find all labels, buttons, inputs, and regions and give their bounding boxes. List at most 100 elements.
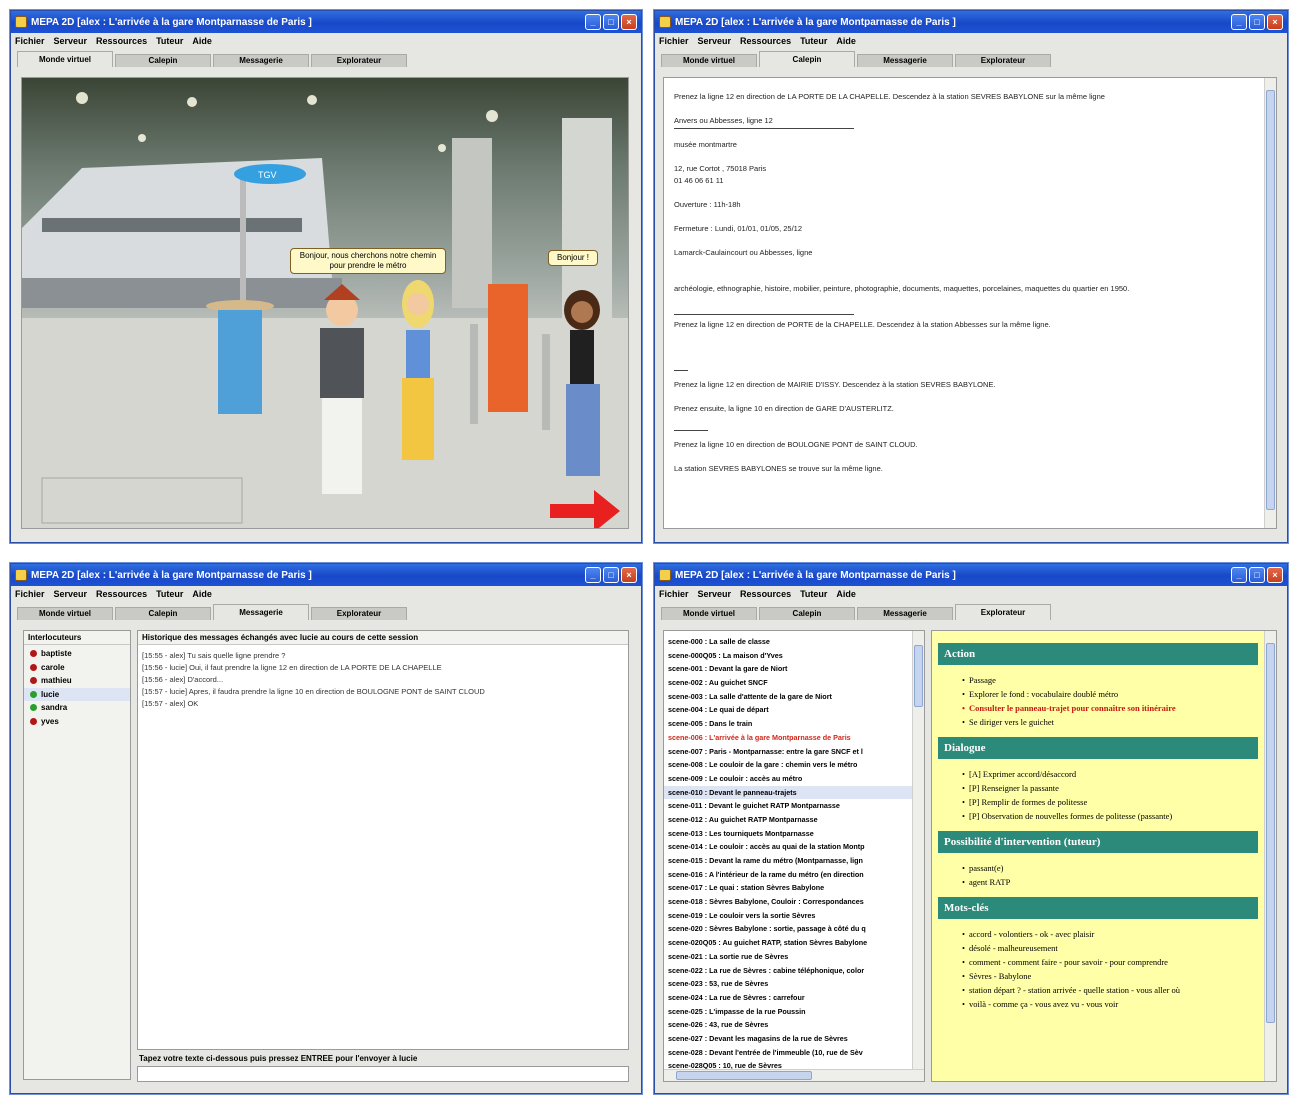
interlocutor-item[interactable]: mathieu — [24, 674, 130, 688]
menu-ressources[interactable]: Ressources — [740, 36, 791, 46]
close-icon[interactable]: × — [621, 567, 637, 583]
tab-calepin[interactable]: Calepin — [759, 51, 855, 67]
tab-messagerie[interactable]: Messagerie — [213, 54, 309, 67]
tab-explorateur[interactable]: Explorateur — [311, 54, 407, 67]
scene-list-item[interactable]: scene-000Q05 : La maison d'Yves — [664, 649, 912, 663]
scrollbar-thumb[interactable] — [1266, 90, 1275, 510]
tab-calepin[interactable]: Calepin — [759, 607, 855, 620]
interlocutor-item[interactable]: sandra — [24, 701, 130, 715]
menu-aide[interactable]: Aide — [192, 589, 212, 599]
scene-list-item[interactable]: scene-000 : La salle de classe — [664, 635, 912, 649]
menu-fichier[interactable]: Fichier — [15, 589, 45, 599]
character-boy[interactable] — [320, 284, 364, 494]
scene-list-item[interactable]: scene-018 : Sèvres Babylone, Couloir : C… — [664, 895, 912, 909]
menu-tuteur[interactable]: Tuteur — [800, 589, 827, 599]
close-icon[interactable]: × — [1267, 567, 1283, 583]
menu-fichier[interactable]: Fichier — [659, 589, 689, 599]
tab-explorateur[interactable]: Explorateur — [955, 54, 1051, 67]
maximize-icon[interactable]: □ — [603, 14, 619, 30]
scene-list-item[interactable]: scene-027 : Devant les magasins de la ru… — [664, 1032, 912, 1046]
scene-list-item[interactable]: scene-008 : Le couloir de la gare : chem… — [664, 758, 912, 772]
menu-tuteur[interactable]: Tuteur — [800, 36, 827, 46]
tab-messagerie[interactable]: Messagerie — [857, 607, 953, 620]
tab-calepin[interactable]: Calepin — [115, 607, 211, 620]
menu-ressources[interactable]: Ressources — [96, 36, 147, 46]
interlocutor-item[interactable]: baptiste — [24, 647, 130, 661]
scene-list-item[interactable]: scene-011 : Devant le guichet RATP Montp… — [664, 799, 912, 813]
scene-list-item[interactable]: scene-007 : Paris - Montparnasse: entre … — [664, 745, 912, 759]
scene-list-scrollbar[interactable] — [912, 631, 924, 1069]
scene-list-item[interactable]: scene-023 : 53, rue de Sèvres — [664, 977, 912, 991]
scene-list-item[interactable]: scene-025 : L'impasse de la rue Poussin — [664, 1005, 912, 1019]
scene-list-item[interactable]: scene-004 : Le quai de départ — [664, 703, 912, 717]
menu-aide[interactable]: Aide — [836, 36, 856, 46]
input-label: Tapez votre texte ci-dessous puis presse… — [139, 1054, 418, 1063]
scene-list-item[interactable]: scene-026 : 43, rue de Sèvres — [664, 1018, 912, 1032]
maximize-icon[interactable]: □ — [1249, 567, 1265, 583]
scene-list-item[interactable]: scene-013 : Les tourniquets Montparnasse — [664, 827, 912, 841]
menu-tuteur[interactable]: Tuteur — [156, 36, 183, 46]
interlocutor-item[interactable]: carole — [24, 661, 130, 675]
minimize-icon[interactable]: _ — [585, 14, 601, 30]
scrollbar-thumb[interactable] — [676, 1071, 812, 1080]
scene-list-item[interactable]: scene-010 : Devant le panneau-trajets — [664, 785, 912, 800]
tab-messagerie[interactable]: Messagerie — [213, 604, 309, 620]
scene-list-item[interactable]: scene-005 : Dans le train — [664, 717, 912, 731]
menu-serveur[interactable]: Serveur — [698, 589, 732, 599]
menu-aide[interactable]: Aide — [836, 589, 856, 599]
scene-list-item[interactable]: scene-003 : La salle d'attente de la gar… — [664, 690, 912, 704]
tab-monde-virtuel[interactable]: Monde virtuel — [17, 51, 113, 67]
tab-calepin[interactable]: Calepin — [115, 54, 211, 67]
scrollbar-thumb[interactable] — [1266, 643, 1275, 1023]
maximize-icon[interactable]: □ — [1249, 14, 1265, 30]
scene-list-item[interactable]: scene-021 : La sortie rue de Sèvres — [664, 950, 912, 964]
scene-list-item[interactable]: scene-020Q05 : Au guichet RATP, station … — [664, 936, 912, 950]
tab-monde-virtuel[interactable]: Monde virtuel — [17, 607, 113, 620]
scene-list-item[interactable]: scene-016 : A l'intérieur de la rame du … — [664, 868, 912, 882]
notepad-textarea[interactable]: Prenez la ligne 12 en direction de LA PO… — [663, 77, 1277, 529]
scene-list-item[interactable]: scene-017 : Le quai : station Sèvres Bab… — [664, 881, 912, 895]
scene-list-item[interactable]: scene-006 : L'arrivée à la gare Montparn… — [664, 731, 912, 745]
interlocutor-item[interactable]: lucie — [24, 687, 130, 701]
tab-monde-virtuel[interactable]: Monde virtuel — [661, 607, 757, 620]
scene-list-item[interactable]: scene-009 : Le couloir : accès au métro — [664, 772, 912, 786]
tab-explorateur[interactable]: Explorateur — [955, 604, 1051, 620]
notepad-scrollbar[interactable] — [1264, 78, 1276, 528]
tab-explorateur[interactable]: Explorateur — [311, 607, 407, 620]
close-icon[interactable]: × — [621, 14, 637, 30]
scene-list-item[interactable]: scene-015 : Devant la rame du métro (Mon… — [664, 854, 912, 868]
message-line: [15:55 - alex] Tu sais quelle ligne pren… — [142, 651, 286, 660]
scene-list-item[interactable]: scene-014 : Le couloir : accès au quai d… — [664, 840, 912, 854]
scene-list-item[interactable]: scene-019 : Le couloir vers la sortie Sè… — [664, 909, 912, 923]
scene-list-item[interactable]: scene-001 : Devant la gare de Niort — [664, 662, 912, 676]
message-input[interactable] — [137, 1066, 629, 1082]
menu-aide[interactable]: Aide — [192, 36, 212, 46]
scene-list-item[interactable]: scene-024 : La rue de Sèvres : carrefour — [664, 991, 912, 1005]
scene-list-item[interactable]: scene-028 : Devant l'entrée de l'immeubl… — [664, 1046, 912, 1060]
scene-list-item[interactable]: scene-012 : Au guichet RATP Montparnasse — [664, 813, 912, 827]
interlocutor-item[interactable]: yves — [24, 715, 130, 729]
info-scrollbar[interactable] — [1264, 631, 1276, 1081]
tab-monde-virtuel[interactable]: Monde virtuel — [661, 54, 757, 67]
menu-ressources[interactable]: Ressources — [740, 589, 791, 599]
scene-list-item[interactable]: scene-002 : Au guichet SNCF — [664, 676, 912, 690]
scene-list-hscrollbar[interactable] — [664, 1069, 924, 1081]
minimize-icon[interactable]: _ — [585, 567, 601, 583]
menu-ressources[interactable]: Ressources — [96, 589, 147, 599]
menu-fichier[interactable]: Fichier — [15, 36, 45, 46]
menu-serveur[interactable]: Serveur — [54, 589, 88, 599]
scene-list-item[interactable]: scene-020 : Sèvres Babylone : sortie, pa… — [664, 922, 912, 936]
maximize-icon[interactable]: □ — [603, 567, 619, 583]
virtual-world-scene[interactable]: TGV Bonjour, nous cherchons notre chemin… — [21, 77, 629, 529]
tab-messagerie[interactable]: Messagerie — [857, 54, 953, 67]
menu-fichier[interactable]: Fichier — [659, 36, 689, 46]
minimize-icon[interactable]: _ — [1231, 14, 1247, 30]
scene-list-item[interactable]: scene-022 : La rue de Sèvres : cabine té… — [664, 964, 912, 978]
minimize-icon[interactable]: _ — [1231, 567, 1247, 583]
scrollbar-thumb[interactable] — [914, 645, 923, 707]
character-girl-blonde[interactable] — [402, 280, 434, 460]
menu-serveur[interactable]: Serveur — [54, 36, 88, 46]
menu-serveur[interactable]: Serveur — [698, 36, 732, 46]
menu-tuteur[interactable]: Tuteur — [156, 589, 183, 599]
close-icon[interactable]: × — [1267, 14, 1283, 30]
